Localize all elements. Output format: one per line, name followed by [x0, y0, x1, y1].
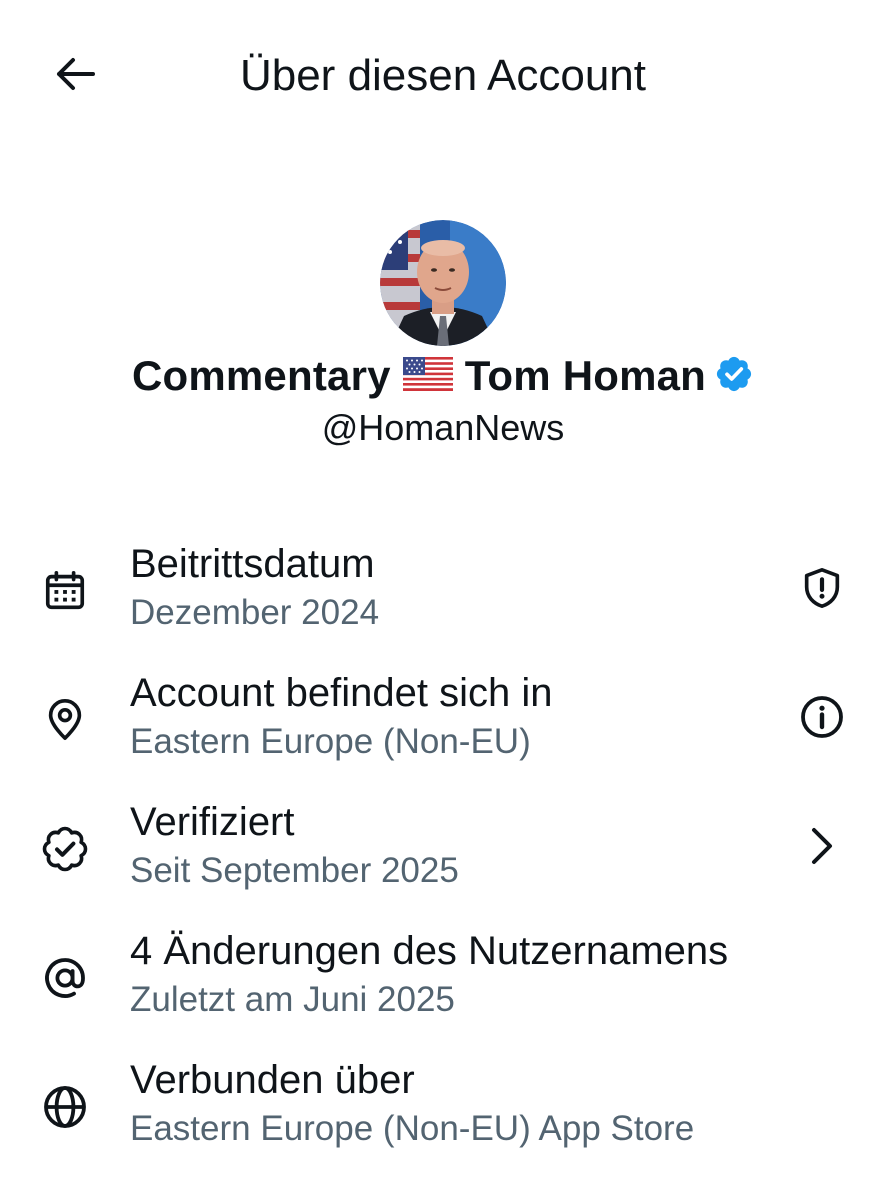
row-title: Verbunden über — [130, 1058, 415, 1102]
info-icon[interactable] — [794, 689, 850, 745]
location-pin-icon — [40, 695, 90, 745]
row-text: Verbunden über Eastern Europe (Non-EU) A… — [130, 1054, 786, 1152]
at-sign-icon — [40, 953, 90, 1003]
list-item-verified[interactable]: Verifiziert Seit September 2025 — [0, 796, 886, 925]
us-flag-icon — [402, 356, 453, 396]
user-handle: @HomanNews — [321, 407, 565, 448]
list-item-connected-via: Verbunden über Eastern Europe (Non-EU) A… — [0, 1054, 886, 1183]
back-button[interactable] — [40, 48, 110, 104]
arrow-left-icon — [53, 56, 97, 97]
list-item-username-changes: 4 Änderungen des Nutzernamens Zuletzt am… — [0, 925, 886, 1054]
page-title: Über diesen Account — [239, 51, 647, 100]
row-text: 4 Änderungen des Nutzernamens Zuletzt am… — [130, 925, 786, 1023]
avatar[interactable] — [380, 220, 506, 346]
row-subtitle: Zuletzt am Juni 2025 — [130, 980, 455, 1019]
row-text: Beitrittsdatum Dezember 2024 — [130, 538, 786, 636]
globe-icon — [40, 1082, 90, 1132]
top-bar: Über diesen Account — [0, 0, 886, 150]
display-name-part1: Commentary — [131, 352, 391, 399]
list-item-join-date: Beitrittsdatum Dezember 2024 — [0, 538, 886, 667]
list-item-account-location: Account befindet sich in Eastern Europe … — [0, 667, 886, 796]
profile-section: Commentary Tom Homan @HomanNews — [0, 220, 886, 450]
row-title: Account befindet sich in — [130, 671, 553, 715]
row-subtitle: Eastern Europe (Non-EU) App Store — [130, 1109, 695, 1148]
display-name-part2: Tom Homan — [464, 352, 707, 399]
calendar-icon — [40, 566, 90, 616]
row-subtitle: Dezember 2024 — [130, 593, 380, 632]
row-text: Account befindet sich in Eastern Europe … — [130, 667, 786, 765]
row-subtitle: Seit September 2025 — [130, 851, 459, 890]
verified-badge-icon[interactable] — [714, 354, 754, 399]
row-title: Beitrittsdatum — [130, 542, 375, 586]
row-text: Verifiziert Seit September 2025 — [130, 796, 786, 894]
display-name-row: Commentary Tom Homan — [0, 348, 886, 404]
shield-alert-icon[interactable] — [794, 560, 850, 616]
row-title: 4 Änderungen des Nutzernamens — [130, 929, 729, 973]
account-info-list: Beitrittsdatum Dezember 2024 Account bef… — [0, 538, 886, 1183]
row-subtitle: Eastern Europe (Non-EU) — [130, 722, 531, 761]
verified-outline-icon — [40, 824, 90, 874]
row-title: Verifiziert — [130, 800, 295, 844]
chevron-right-icon[interactable] — [794, 818, 850, 874]
